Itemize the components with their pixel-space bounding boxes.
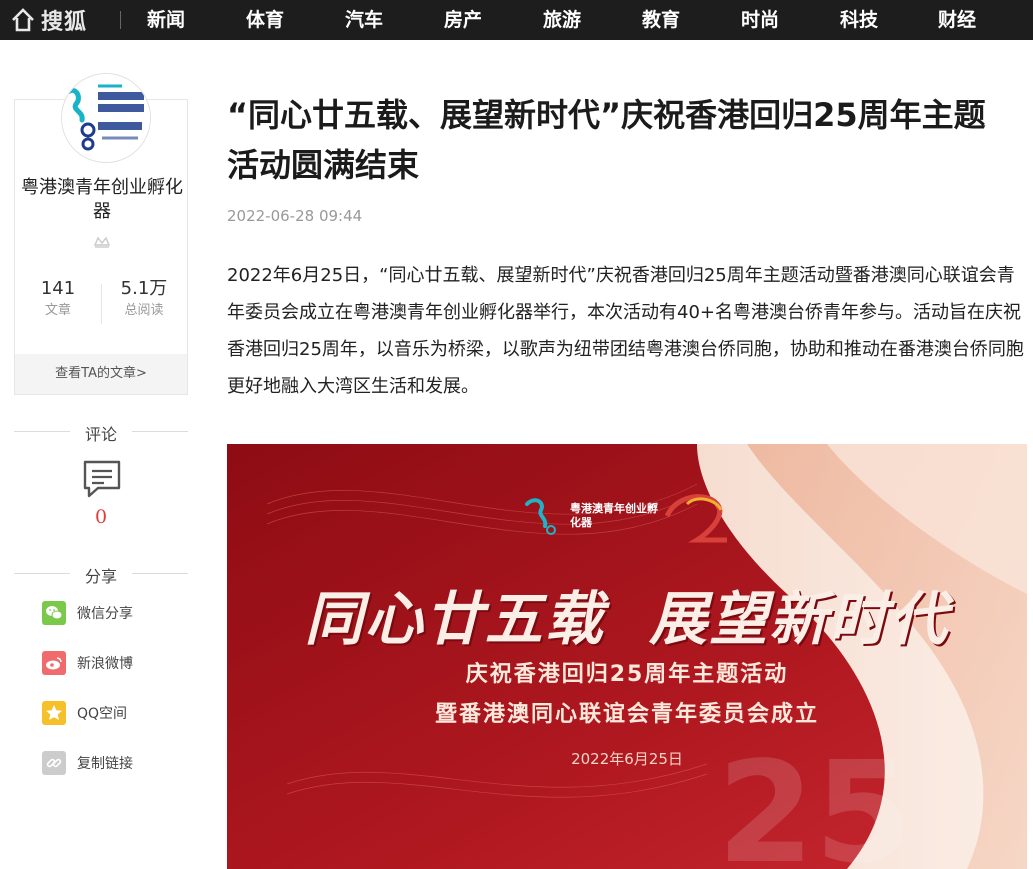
stat-articles: 141 文章	[15, 278, 101, 322]
share-copy-link-label: 复制链接	[77, 756, 133, 772]
comments-title: 评论	[84, 425, 117, 444]
nav-item-fashion[interactable]: 时尚	[741, 8, 779, 32]
article-title: “同心廿五载、展望新时代”庆祝香港回归25周年主题活动圆满结束	[227, 96, 986, 184]
author-name[interactable]: 粤港澳青年创业孵化器	[15, 176, 189, 224]
nav-divider	[120, 11, 121, 29]
reads-count: 5.1万	[120, 278, 168, 299]
incubator-logo-icon	[62, 74, 150, 162]
banner-headline: 同心廿五载 展望新时代	[304, 585, 950, 653]
article-paragraph: 2022年6月25日，“同心廿五载、展望新时代”庆祝香港回归25周年主题活动暨番…	[227, 265, 1024, 397]
articles-label: 文章	[44, 303, 71, 318]
wechat-icon	[42, 601, 66, 625]
share-section-title: 分享	[14, 563, 188, 587]
author-avatar[interactable]	[61, 73, 151, 163]
top-nav-bar: 搜狐 新闻 体育 汽车 房产 旅游 教育 时尚 科技 财经	[0, 0, 1033, 40]
sohu-logo[interactable]: 搜狐	[10, 5, 87, 35]
share-weibo-label: 新浪微博	[77, 656, 133, 672]
banner-big-number: 25	[717, 732, 912, 869]
share-qzone-label: QQ空间	[77, 706, 128, 722]
share-wechat-label: 微信分享	[77, 606, 133, 622]
author-stats: 141 文章 5.1万 总阅读	[15, 278, 189, 328]
article-banner-image: 粤港澳青年创业孵化器 同心廿五载 展望新时代 庆祝香港回归25周年主题活动 暨番…	[227, 444, 1027, 869]
nav-item-finance[interactable]: 财经	[938, 8, 976, 32]
link-icon	[42, 751, 66, 775]
nav-item-news[interactable]: 新闻	[147, 8, 185, 32]
author-card: 粤港澳青年创业孵化器 141 文章 5.1万 总阅读 查看TA的文章>	[14, 73, 189, 395]
comments-section-title: 评论	[14, 421, 188, 445]
comment-icon[interactable]	[82, 459, 122, 503]
comment-count[interactable]: 0	[14, 506, 188, 528]
stat-reads: 5.1万 总阅读	[101, 278, 187, 322]
reads-label: 总阅读	[124, 303, 164, 318]
home-icon	[12, 8, 34, 32]
sohu-logo-text: 搜狐	[41, 10, 88, 35]
qzone-icon	[42, 701, 66, 725]
view-articles-link[interactable]: 查看TA的文章>	[15, 354, 187, 394]
nav-item-sports[interactable]: 体育	[246, 8, 284, 32]
nav-item-education[interactable]: 教育	[642, 8, 680, 32]
weibo-icon	[42, 651, 66, 675]
banner-subline-1: 庆祝香港回归25周年主题活动	[465, 662, 789, 687]
nav-item-house[interactable]: 房产	[444, 8, 482, 32]
nav-item-auto[interactable]: 汽车	[345, 8, 383, 32]
divider-line	[132, 573, 188, 574]
divider-line	[14, 431, 70, 432]
share-title: 分享	[84, 567, 117, 586]
nav-item-travel[interactable]: 旅游	[543, 8, 581, 32]
banner-subline-2: 暨番港澳同心联谊会青年委员会成立	[434, 702, 819, 727]
nav-item-tech[interactable]: 科技	[840, 8, 878, 32]
banner-logo-text: 粤港澳青年创业孵化器	[570, 502, 658, 529]
articles-count: 141	[40, 278, 76, 299]
divider-line	[132, 431, 188, 432]
article-timestamp: 2022-06-28 09:44	[227, 207, 363, 225]
author-badge-icon	[93, 234, 111, 253]
divider-line	[14, 573, 70, 574]
